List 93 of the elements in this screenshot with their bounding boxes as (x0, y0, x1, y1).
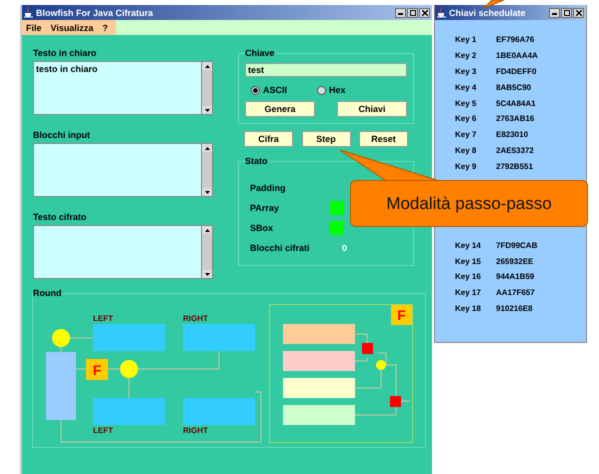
xor-node (120, 360, 138, 378)
left-block (93, 398, 165, 425)
action-button[interactable]: Cifra (244, 131, 293, 147)
menu-item[interactable]: ? (102, 22, 108, 32)
minimize-icon (552, 10, 557, 15)
key-name: Key 16 (455, 272, 482, 282)
key-value: 2792B551 (496, 162, 533, 171)
key-value: 265932EE (496, 256, 534, 266)
field-label: Blocchi input (33, 130, 91, 141)
group-title: Chiave (245, 48, 275, 58)
key-value: E823010 (496, 130, 528, 140)
sbox-block (283, 378, 355, 398)
menu-item[interactable]: Visualizza (50, 22, 94, 32)
left-block (93, 324, 165, 351)
key-value: 1BE0AA4A (496, 51, 538, 60)
key-value: EF796A76 (496, 35, 534, 44)
field-label: Testo cifrato (33, 212, 88, 223)
status-label: Blocchi cifrati (250, 243, 311, 253)
scrollbar[interactable] (201, 226, 212, 278)
minimize-button[interactable] (395, 8, 406, 18)
key-value: 5C4A84A1 (496, 98, 536, 108)
key-value: 8AB5C90 (496, 82, 532, 92)
key-name: Key 5 (455, 98, 478, 108)
sbox-block (283, 324, 355, 344)
key-name: Key 14 (455, 240, 482, 250)
key-name: Key 7 (455, 130, 478, 140)
maximize-button[interactable] (561, 8, 572, 18)
down-arrow-icon (204, 190, 210, 194)
key-field[interactable]: test (245, 63, 407, 77)
minimize-icon (398, 10, 403, 15)
maximize-button[interactable] (407, 8, 418, 18)
scrollbar[interactable] (201, 62, 212, 114)
key-name: Key 1 (455, 35, 478, 44)
close-button[interactable] (419, 8, 430, 18)
menu-item[interactable]: File (26, 22, 42, 32)
xor-node (52, 329, 70, 347)
field-label: Testo in chiaro (33, 48, 98, 59)
key-name: Key 2 (455, 51, 478, 60)
callout-tail (484, 0, 504, 8)
right-block (183, 398, 255, 425)
left-label: LEFT (93, 314, 113, 323)
status-label: Padding (250, 183, 286, 193)
action-button[interactable]: Chiavi (337, 101, 407, 117)
key-name: Key 8 (455, 146, 478, 155)
window-title: Chiavi schedulate (449, 8, 526, 18)
cup-icon (24, 7, 33, 18)
up-arrow-icon (204, 146, 210, 150)
right-label: RIGHT (183, 426, 208, 435)
key-value: 2763AB16 (496, 114, 534, 124)
key-value: AA17F657 (496, 288, 535, 298)
adder-node (390, 396, 401, 407)
up-arrow-icon (204, 64, 210, 68)
action-button[interactable]: Reset (359, 131, 408, 147)
right-label: RIGHT (183, 314, 208, 323)
xor-node (376, 360, 386, 370)
down-arrow-icon (204, 272, 210, 276)
cup-icon (437, 7, 446, 18)
left-label: LEFT (93, 426, 113, 435)
adder-node (362, 343, 373, 354)
function-block: F (391, 305, 412, 325)
key-value: 944A1B59 (496, 272, 534, 282)
key-name: Key 4 (455, 82, 478, 92)
down-arrow-icon (204, 108, 210, 112)
minimize-button[interactable] (549, 8, 560, 18)
group-title: Stato (245, 156, 268, 166)
radio-button[interactable]: ASCII (251, 85, 288, 95)
key-name: Key 18 (455, 304, 482, 313)
key-value: 910216E8 (496, 304, 532, 313)
sbox-block (283, 351, 355, 371)
action-button[interactable]: Step (302, 131, 350, 147)
radio-button[interactable]: Hex (317, 85, 346, 95)
key-name: Key 17 (455, 288, 482, 298)
sbox-block (283, 405, 355, 425)
action-button[interactable]: Genera (245, 101, 315, 117)
key-value: 7FD99CAB (496, 240, 538, 250)
status-label: PArray (250, 203, 280, 213)
status-value: 0 (342, 243, 348, 253)
key-name: Key 3 (455, 66, 478, 76)
parray-block (46, 352, 76, 420)
key-value: FD4DEFF0 (496, 66, 536, 76)
up-arrow-icon (204, 228, 210, 232)
scrollbar[interactable] (201, 144, 212, 196)
window-title: Blowfish For Java Cifratura (36, 8, 154, 18)
right-block (183, 324, 255, 351)
key-name: Key 9 (455, 162, 478, 171)
close-button[interactable] (573, 8, 584, 18)
key-value: 2AE53372 (496, 146, 534, 155)
text-area[interactable]: testo in chiaro (33, 61, 213, 115)
key-name: Key 15 (455, 256, 482, 266)
group-title: Round (33, 288, 62, 298)
function-block: F (86, 359, 108, 380)
status-label: SBox (250, 223, 274, 233)
key-name: Key 6 (455, 114, 478, 124)
